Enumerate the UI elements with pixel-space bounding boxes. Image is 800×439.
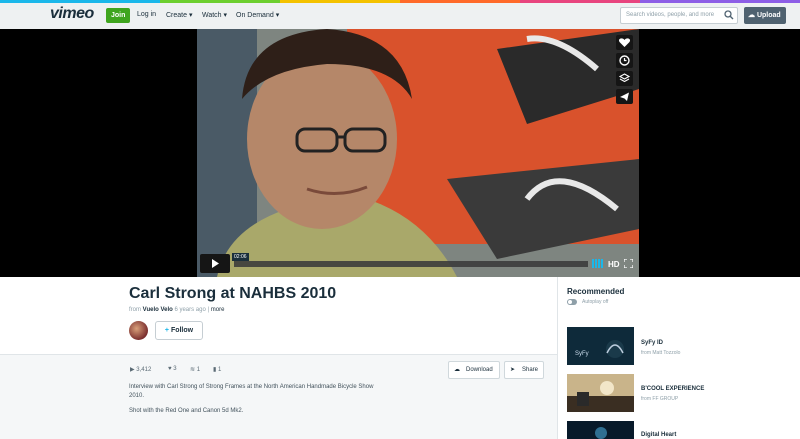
watch-later-button[interactable] <box>616 53 633 68</box>
on-demand-label: On Demand <box>236 12 274 19</box>
author-link[interactable]: Vuelo Velo <box>143 307 173 313</box>
more-link[interactable]: more <box>211 307 225 313</box>
player-controls <box>200 254 636 273</box>
comments-stat[interactable]: ▮ 1 <box>213 366 221 373</box>
avatar[interactable] <box>129 321 148 340</box>
volume-icon[interactable] <box>592 259 604 268</box>
chevron-down-icon: ▾ <box>188 12 193 19</box>
collections-count: 1 <box>196 367 201 373</box>
paper-plane-icon: ➤ <box>510 367 516 373</box>
login-link[interactable]: Log in <box>137 11 156 18</box>
description-line-1: Interview with Carl Strong of Strong Fra… <box>129 384 374 390</box>
share-overlay-button[interactable] <box>616 89 633 104</box>
on-demand-menu[interactable]: On Demand ▾ <box>236 11 279 19</box>
thumbnail-image <box>567 374 634 412</box>
color-stripe <box>0 0 800 3</box>
plays-stat: ▶ 3,412 <box>130 366 151 373</box>
collections-button[interactable] <box>616 71 633 86</box>
join-button[interactable]: Join <box>106 8 131 23</box>
recommended-heading: Recommended <box>567 287 625 296</box>
thumbnail-image: SyFy <box>567 327 634 365</box>
likes-count: 3 <box>173 366 177 372</box>
layers-icon <box>618 73 631 83</box>
chevron-down-icon: ▾ <box>223 12 228 19</box>
video-frame[interactable] <box>197 29 639 277</box>
search-input[interactable]: Search videos, people, and more <box>620 7 738 24</box>
create-menu[interactable]: Create ▾ <box>166 11 192 19</box>
likes-stat[interactable]: ♥ 3 <box>168 366 177 372</box>
follow-label: Follow <box>170 327 194 334</box>
from-label: from <box>129 307 141 313</box>
heart-icon: ♥ <box>168 366 172 372</box>
recommended-title-2[interactable]: B'COOL EXPERIENCE <box>641 386 704 392</box>
recommended-thumbnail-2[interactable] <box>567 374 634 412</box>
description-line-2: 2010. <box>129 393 145 399</box>
clock-icon <box>619 55 630 66</box>
video-title: Carl Strong at NAHBS 2010 <box>129 285 337 302</box>
recommended-title-1[interactable]: SyFy ID <box>641 340 663 346</box>
upload-label: Upload <box>756 12 781 19</box>
cloud-download-icon: ☁ <box>454 367 460 373</box>
watch-menu[interactable]: Watch ▾ <box>202 11 227 19</box>
video-still <box>197 29 639 277</box>
like-button[interactable] <box>616 35 633 50</box>
heart-icon <box>618 38 631 47</box>
description-line-3: Shot with the Red One and Canon 5d Mk2. <box>129 408 244 414</box>
progress-bar[interactable] <box>234 261 588 267</box>
download-button[interactable]: ☁ Download <box>448 361 500 379</box>
search-placeholder: Search videos, people, and more <box>626 12 715 18</box>
upload-age: 6 years ago <box>174 307 206 313</box>
play-icon <box>212 259 219 268</box>
layers-icon: ≋ <box>190 367 196 373</box>
comment-icon: ▮ <box>213 367 217 373</box>
follow-button[interactable]: + Follow <box>155 321 203 340</box>
share-button[interactable]: ➤ Share <box>504 361 544 379</box>
upload-button[interactable]: ☁ Upload <box>744 7 786 24</box>
chevron-down-icon: ▾ <box>275 12 280 19</box>
watch-label: Watch <box>202 12 222 19</box>
search-icon[interactable] <box>724 10 734 20</box>
vimeo-logo[interactable]: vimeo <box>50 5 94 23</box>
comments-count: 1 <box>217 367 222 373</box>
recommended-author-2[interactable]: from FF GROUP <box>641 396 678 402</box>
autoplay-label: Autoplay off <box>582 299 609 305</box>
play-button[interactable] <box>200 254 230 273</box>
plays-count: 3,412 <box>136 367 152 373</box>
share-label: Share <box>522 367 539 373</box>
recommended-thumbnail-1[interactable]: SyFy <box>567 327 634 365</box>
autoplay-toggle[interactable] <box>567 299 577 305</box>
create-label: Create <box>166 12 188 19</box>
recommended-title-3[interactable]: Digital Heart <box>641 432 676 438</box>
video-byline: from Vuelo Velo 6 years ago | more <box>129 307 225 313</box>
download-label: Download <box>466 367 493 373</box>
collections-stat[interactable]: ≋ 1 <box>190 366 200 373</box>
play-count-icon: ▶ <box>130 367 135 373</box>
cloud-upload-icon: ☁ <box>748 12 755 19</box>
paper-plane-icon <box>620 92 629 101</box>
recommended-thumbnail-3[interactable] <box>567 421 634 439</box>
fullscreen-icon[interactable] <box>624 259 633 268</box>
plus-icon: + <box>164 327 169 334</box>
recommended-author-1[interactable]: from Matt Tozzolo <box>641 350 680 356</box>
svg-text:SyFy: SyFy <box>575 351 589 357</box>
hd-toggle[interactable]: HD <box>608 260 620 269</box>
thumbnail-image <box>567 421 634 439</box>
current-time: 02:06 <box>232 253 249 261</box>
